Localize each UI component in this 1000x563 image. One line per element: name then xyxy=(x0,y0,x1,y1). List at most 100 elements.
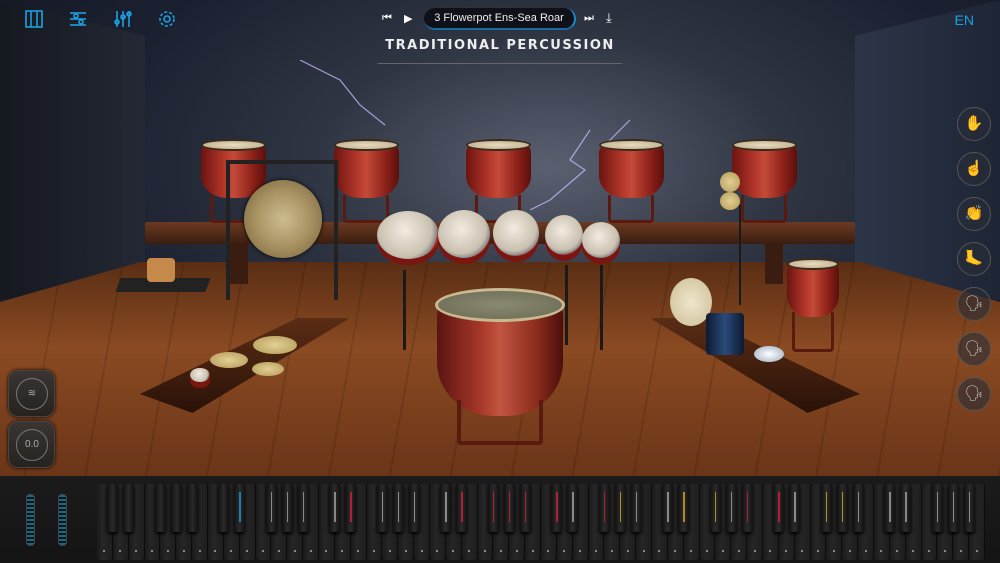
black-key[interactable] xyxy=(567,484,579,532)
black-key[interactable] xyxy=(345,484,357,532)
tom-2[interactable] xyxy=(438,210,490,258)
tom-3[interactable] xyxy=(493,210,539,256)
download-button[interactable]: ⤓ xyxy=(606,10,612,26)
black-key[interactable] xyxy=(789,484,801,532)
sliders-icon[interactable] xyxy=(68,9,88,29)
black-key[interactable] xyxy=(725,484,737,532)
preset-selector[interactable]: 3 Flowerpot Ens-Sea Roar xyxy=(424,8,576,30)
black-key[interactable] xyxy=(456,484,468,532)
articulation-clap-button[interactable]: 👏 xyxy=(957,197,991,231)
articulation-both-hands-button[interactable]: ✋ xyxy=(957,107,991,141)
black-key[interactable] xyxy=(709,484,721,532)
piano-keys-icon[interactable] xyxy=(24,9,44,29)
level-meter-left xyxy=(26,494,35,546)
key-color-stripe xyxy=(889,492,891,522)
black-key[interactable] xyxy=(551,484,563,532)
black-key[interactable] xyxy=(234,484,246,532)
gear-icon[interactable] xyxy=(157,9,177,29)
bowl-bell[interactable] xyxy=(706,313,744,355)
articulation-voice-1-button[interactable]: 🗣 xyxy=(957,287,991,321)
black-key[interactable] xyxy=(947,484,959,532)
small-cymbal[interactable] xyxy=(720,192,740,210)
black-key[interactable] xyxy=(329,484,341,532)
key-marker xyxy=(436,550,439,552)
key-marker xyxy=(135,550,138,552)
black-key[interactable] xyxy=(900,484,912,532)
black-key[interactable] xyxy=(630,484,642,532)
next-preset-button[interactable]: ⏭ xyxy=(584,12,594,25)
black-key[interactable] xyxy=(392,484,404,532)
previous-preset-button[interactable]: ⏮ xyxy=(382,12,392,25)
piano-keyboard[interactable] xyxy=(97,484,985,560)
articulation-voice-3-button[interactable]: 🗣 xyxy=(957,377,991,411)
articulation-voice-2-button[interactable]: 🗣 xyxy=(957,332,991,366)
drum-back-5[interactable] xyxy=(732,139,797,198)
top-bar: ⏮ ▶ 3 Flowerpot Ens-Sea Roar ⏭ ⤓ EN xyxy=(0,0,1000,36)
black-key[interactable] xyxy=(281,484,293,532)
black-key[interactable] xyxy=(963,484,975,532)
black-key[interactable] xyxy=(503,484,515,532)
black-key[interactable] xyxy=(186,484,198,532)
key-marker xyxy=(975,550,978,552)
black-key[interactable] xyxy=(297,484,309,532)
woodblock[interactable] xyxy=(147,258,175,282)
black-key[interactable] xyxy=(598,484,610,532)
black-key[interactable] xyxy=(614,484,626,532)
small-hand-drum[interactable] xyxy=(190,368,210,382)
black-key[interactable] xyxy=(884,484,896,532)
black-key[interactable] xyxy=(440,484,452,532)
key-marker xyxy=(293,550,296,552)
main-drum[interactable] xyxy=(435,288,565,416)
black-key[interactable] xyxy=(820,484,832,532)
key-marker xyxy=(341,550,344,552)
cymbal-left-3[interactable] xyxy=(252,362,284,376)
black-key[interactable] xyxy=(678,484,690,532)
tom-1[interactable] xyxy=(377,211,439,259)
key-marker xyxy=(246,550,249,552)
key-marker xyxy=(610,550,613,552)
black-key[interactable] xyxy=(265,484,277,532)
drum-back-2[interactable] xyxy=(334,139,399,198)
mixer-icon[interactable] xyxy=(113,9,133,29)
black-key[interactable] xyxy=(107,484,119,532)
black-key[interactable] xyxy=(376,484,388,532)
black-key[interactable] xyxy=(662,484,674,532)
black-key[interactable] xyxy=(773,484,785,532)
tom-5[interactable] xyxy=(582,222,620,258)
drum-right-small[interactable] xyxy=(787,258,839,317)
porcelain-bowl[interactable] xyxy=(754,346,784,362)
key-marker xyxy=(483,550,486,552)
tom-stand xyxy=(600,265,603,350)
black-key[interactable] xyxy=(123,484,135,532)
cymbal-left-2[interactable] xyxy=(253,336,297,354)
key-color-stripe xyxy=(857,492,860,522)
key-marker xyxy=(388,550,391,552)
small-cymbal[interactable] xyxy=(720,172,740,192)
key-marker xyxy=(325,550,328,552)
pitch-knob[interactable]: 0.0 xyxy=(8,421,55,468)
black-key[interactable] xyxy=(741,484,753,532)
drum-back-4[interactable] xyxy=(599,139,664,198)
black-key[interactable] xyxy=(408,484,420,532)
key-marker xyxy=(166,550,169,552)
black-key[interactable] xyxy=(931,484,943,532)
articulation-one-hand-button[interactable]: ☝ xyxy=(957,152,991,186)
cymbal-left-1[interactable] xyxy=(210,352,248,368)
drum-back-3[interactable] xyxy=(466,139,531,198)
key-marker xyxy=(372,550,375,552)
black-key[interactable] xyxy=(852,484,864,532)
gong[interactable] xyxy=(244,180,322,258)
key-marker xyxy=(452,550,455,552)
language-button[interactable]: EN xyxy=(955,12,974,28)
sync-control[interactable]: ≋ xyxy=(8,370,55,417)
black-key[interactable] xyxy=(836,484,848,532)
play-button[interactable]: ▶ xyxy=(404,12,412,25)
articulation-foot-button[interactable]: 🦶 xyxy=(957,242,991,276)
black-key[interactable] xyxy=(519,484,531,532)
black-key[interactable] xyxy=(487,484,499,532)
tom-4[interactable] xyxy=(545,215,583,255)
key-marker xyxy=(198,550,201,552)
black-key[interactable] xyxy=(218,484,230,532)
black-key[interactable] xyxy=(154,484,166,532)
black-key[interactable] xyxy=(170,484,182,532)
